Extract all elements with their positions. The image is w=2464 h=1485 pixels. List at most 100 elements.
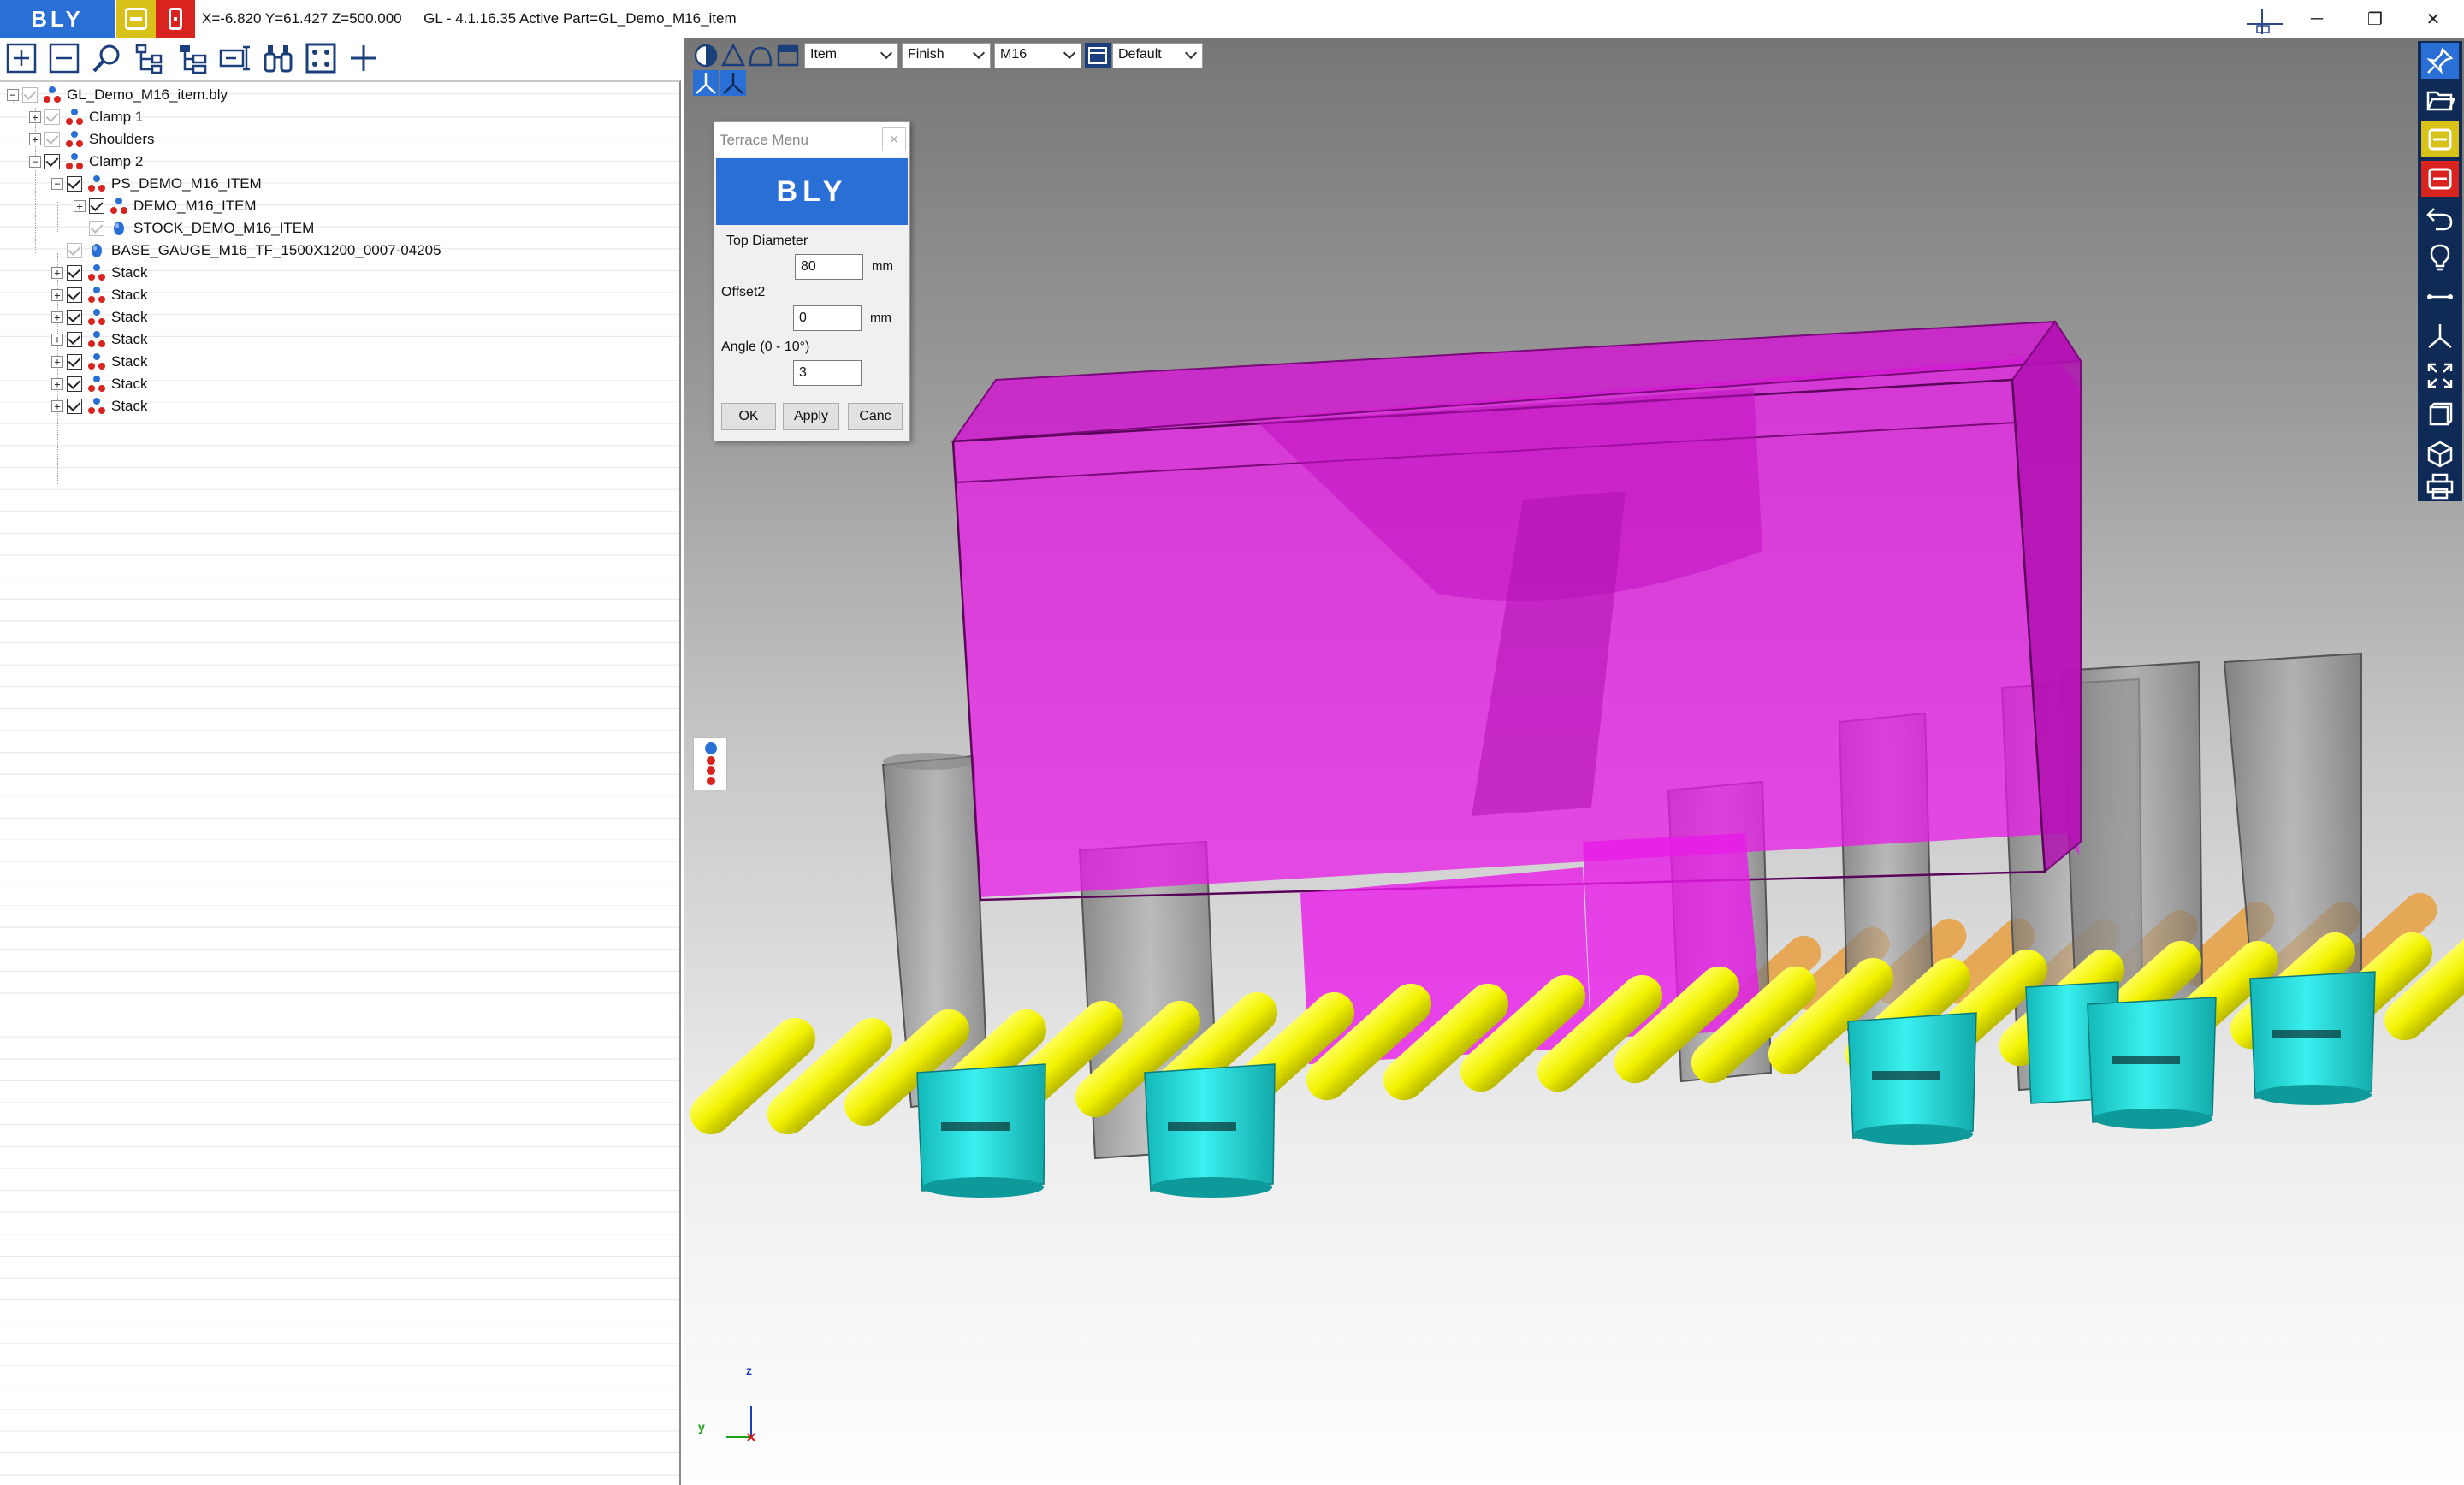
tree-item-stock[interactable]: STOCK_DEMO_M16_ITEM: [89, 217, 314, 239]
print-button[interactable]: [2421, 473, 2459, 500]
offset2-input[interactable]: [793, 305, 862, 331]
apply-button[interactable]: Apply: [783, 403, 839, 430]
side-panel-grip[interactable]: [693, 737, 727, 790]
collapse-all-button[interactable]: [44, 41, 84, 75]
hierarchy-button[interactable]: [173, 41, 212, 75]
view-preset-select[interactable]: Default: [1112, 43, 1203, 68]
open-folder-button[interactable]: [2421, 82, 2459, 118]
expand-toggle[interactable]: +: [51, 288, 63, 301]
dialog-logo-banner: BLY: [716, 158, 908, 225]
add-button[interactable]: [344, 41, 383, 75]
tree-item-shoulders[interactable]: + Shoulders: [29, 128, 155, 150]
expand-toggle[interactable]: +: [74, 199, 86, 212]
visibility-checkbox[interactable]: [44, 109, 60, 125]
tree-item-label: DEMO_M16_ITEM: [133, 197, 257, 214]
close-button[interactable]: ✕: [2404, 0, 2462, 38]
expand-toggle[interactable]: +: [29, 110, 41, 123]
cube-face-icon: [2429, 402, 2453, 426]
tree-item-clamp-1[interactable]: + Clamp 1: [29, 106, 143, 127]
collapse-toggle[interactable]: −: [7, 88, 19, 101]
layout-icon[interactable]: [1085, 43, 1111, 68]
select-area-button[interactable]: [301, 41, 341, 75]
tree-item-root[interactable]: − GL_Demo_M16_item.bly: [7, 84, 228, 105]
search-button[interactable]: [87, 41, 127, 75]
collapse-toggle[interactable]: −: [51, 177, 63, 190]
item-select[interactable]: Item: [804, 43, 898, 68]
expand-toggle[interactable]: +: [51, 377, 63, 390]
tripod-alt-icon[interactable]: [720, 70, 746, 96]
visibility-checkbox[interactable]: [67, 175, 82, 192]
pin-button[interactable]: [2421, 43, 2459, 79]
yellow-layout-button[interactable]: [116, 0, 156, 38]
tree-item-stack[interactable]: + Stack: [51, 306, 148, 328]
top-diameter-input[interactable]: [795, 254, 863, 280]
visibility-checkbox[interactable]: [67, 287, 82, 303]
visibility-checkbox[interactable]: [89, 198, 104, 214]
tree-item-stack[interactable]: + Stack: [51, 351, 148, 372]
red-mode-button[interactable]: [2421, 161, 2459, 197]
finish-select[interactable]: Finish: [902, 43, 991, 68]
expand-toggle[interactable]: +: [51, 266, 63, 279]
visibility-checkbox[interactable]: [67, 309, 82, 325]
visibility-checkbox[interactable]: [67, 353, 82, 370]
tree-item-demo[interactable]: + DEMO_M16_ITEM: [74, 195, 257, 216]
fit-view-button[interactable]: [2421, 358, 2459, 393]
tree-structure-button[interactable]: [130, 41, 169, 75]
tree-item-base-gauge[interactable]: BASE_GAUGE_M16_TF_1500X1200_0007-04205: [67, 240, 441, 261]
visibility-checkbox[interactable]: [44, 153, 60, 169]
collapse-toggle[interactable]: −: [29, 155, 41, 168]
hint-button[interactable]: [2421, 240, 2459, 275]
size-select[interactable]: M16: [994, 43, 1081, 68]
red-layout-button[interactable]: [156, 0, 195, 38]
cancel-button[interactable]: Canc: [848, 403, 903, 430]
iso-view-button[interactable]: [2421, 436, 2459, 472]
tree-item-ps-demo[interactable]: − PS_DEMO_M16_ITEM: [51, 173, 262, 194]
visibility-checkbox[interactable]: [22, 86, 38, 103]
rename-button[interactable]: [216, 41, 255, 75]
text-field-icon: [219, 45, 250, 71]
tree-item-stack[interactable]: + Stack: [51, 328, 148, 350]
expand-all-button[interactable]: [2, 41, 41, 75]
expand-toggle[interactable]: +: [51, 333, 63, 346]
restore-button[interactable]: ❐: [2346, 0, 2404, 38]
visibility-checkbox[interactable]: [67, 398, 82, 414]
binoculars-icon: [264, 45, 293, 73]
box-view-icon[interactable]: [775, 43, 801, 68]
app-window: BLY X=-6.820 Y=61.427 Z=500.000 GL - 4.1…: [0, 0, 2464, 1485]
tree-item-stack[interactable]: + Stack: [51, 395, 148, 417]
tripod-icon[interactable]: [693, 70, 719, 96]
tree-item-clamp-2[interactable]: − Clamp 2: [29, 151, 143, 172]
visibility-checkbox[interactable]: [67, 376, 82, 392]
cone-icon[interactable]: [720, 43, 746, 68]
dialog-close-button[interactable]: ×: [882, 127, 906, 151]
minimize-button[interactable]: ─: [2288, 0, 2346, 38]
tree-item-label: Stack: [111, 286, 148, 303]
3d-viewport[interactable]: z y: [684, 38, 2464, 1485]
window-title: GL - 4.1.16.35 Active Part=GL_Demo_M16_i…: [424, 10, 737, 27]
3d-scene[interactable]: [684, 38, 2464, 1485]
find-binoculars-button[interactable]: [258, 41, 298, 75]
ok-button[interactable]: OK: [721, 403, 776, 430]
tree-item-stack[interactable]: + Stack: [51, 262, 148, 283]
visibility-checkbox[interactable]: [67, 264, 82, 281]
dome-icon[interactable]: [748, 43, 773, 68]
shading-icon[interactable]: [693, 43, 719, 68]
expand-toggle[interactable]: +: [29, 133, 41, 145]
assembly-icon: [66, 152, 83, 169]
tree-item-stack[interactable]: + Stack: [51, 373, 148, 394]
measure-button[interactable]: [2421, 279, 2459, 315]
undo-button[interactable]: [2421, 200, 2459, 236]
expand-toggle[interactable]: +: [51, 311, 63, 323]
expand-toggle[interactable]: +: [51, 399, 63, 412]
section-view-button[interactable]: [2421, 397, 2459, 433]
title-text: X=-6.820 Y=61.427 Z=500.000 GL - 4.1.16.…: [202, 10, 737, 27]
visibility-checkbox[interactable]: [89, 220, 104, 236]
visibility-checkbox[interactable]: [67, 331, 82, 347]
expand-toggle[interactable]: +: [51, 355, 63, 368]
yellow-mode-button[interactable]: [2421, 121, 2459, 157]
visibility-checkbox[interactable]: [67, 242, 82, 258]
visibility-checkbox[interactable]: [44, 131, 60, 147]
tree-item-stack[interactable]: + Stack: [51, 284, 148, 305]
axes-button[interactable]: [2421, 318, 2459, 354]
angle-input[interactable]: [793, 360, 862, 386]
